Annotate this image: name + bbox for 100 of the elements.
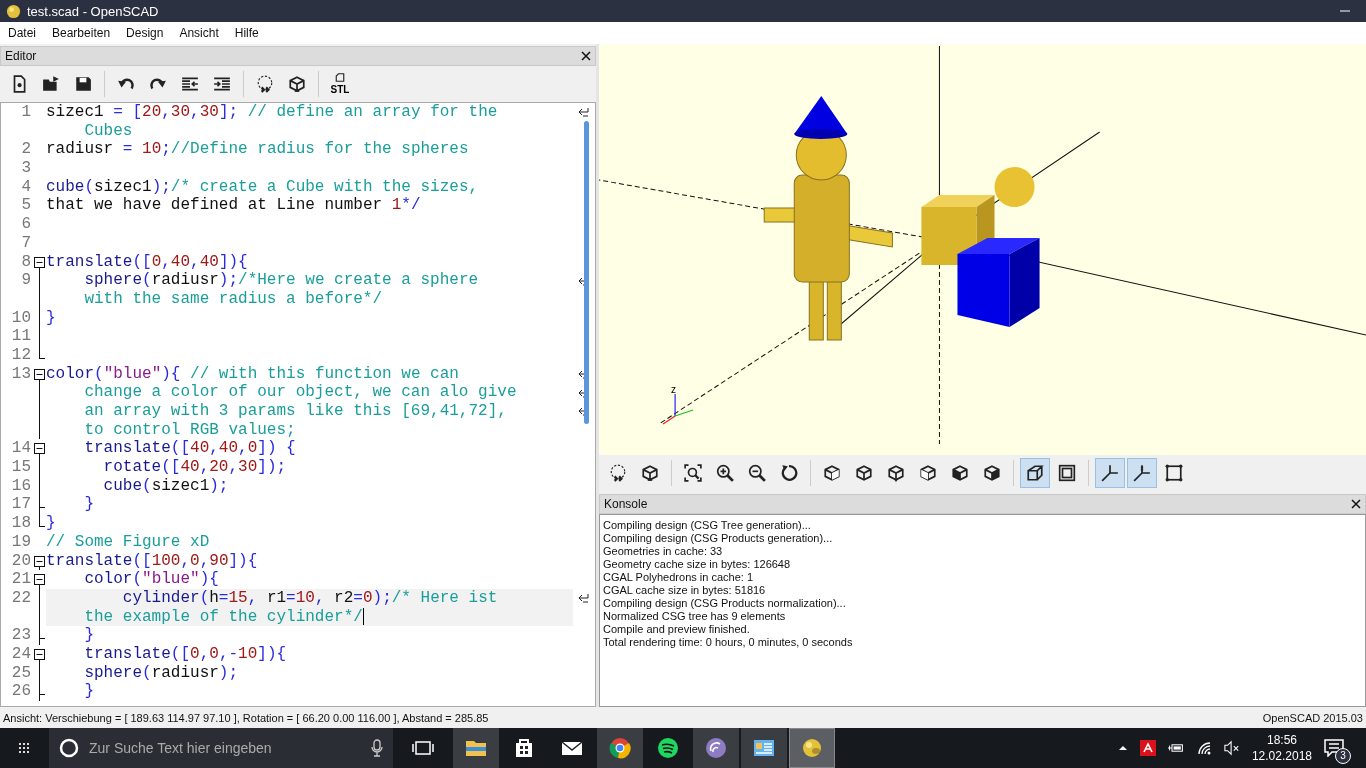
orthogonal-icon xyxy=(1058,464,1076,482)
code-line: // Some Figure xD xyxy=(46,532,210,552)
version-text: OpenSCAD 2015.03 xyxy=(1262,711,1363,724)
line-number: 4 xyxy=(20,177,32,197)
ball-app-button[interactable] xyxy=(789,728,835,768)
task-view-icon[interactable] xyxy=(412,740,434,756)
microphone-icon[interactable] xyxy=(371,739,383,757)
search-box[interactable]: Zur Suche Text hier eingeben xyxy=(49,728,393,768)
code-line: translate([0,0,-10]){ xyxy=(83,644,287,664)
view-bottom-icon xyxy=(887,464,905,482)
fold-toggle-icon[interactable] xyxy=(34,368,45,380)
code-line: } xyxy=(46,514,56,533)
line-number: 9 xyxy=(20,271,32,290)
page-button[interactable]: STL xyxy=(325,68,355,100)
axes-button[interactable] xyxy=(1095,458,1125,488)
fold-toggle-icon[interactable] xyxy=(34,443,45,455)
code-line: cylinder(h=15, r1=10, r2=0);/* Here ist xyxy=(121,588,498,608)
close-icon[interactable] xyxy=(581,51,591,61)
close-icon[interactable] xyxy=(1351,499,1361,509)
axes-icon xyxy=(1101,464,1119,482)
clock-time: 18:56 xyxy=(1266,732,1297,748)
menu-item[interactable]: Ansicht xyxy=(179,26,219,40)
line-number: 23 xyxy=(10,626,32,645)
wifi-icon[interactable] xyxy=(1195,740,1212,756)
folder-app-button[interactable] xyxy=(453,728,499,768)
volume-muted-icon[interactable] xyxy=(1223,740,1240,756)
zoom-all-icon xyxy=(684,464,702,482)
view-status-text: Ansicht: Verschiebung = [ 189.63 114.97 97.10 ], Rotation = [ 66.20 0.00 116.00 ], Abstand = 285.85 xyxy=(3,711,489,724)
view-front-icon xyxy=(951,464,969,482)
console-line: Compile and preview finished. xyxy=(603,623,751,636)
code-line: translate([100,0,90]){ xyxy=(46,551,258,571)
console-line: Compiling design (CSG Products normalization)... xyxy=(603,597,847,610)
start-grid-icon[interactable] xyxy=(19,743,29,753)
line-number: 26 xyxy=(10,682,32,701)
music-icon xyxy=(656,736,680,760)
line-number: 11 xyxy=(10,327,32,346)
code-line: color("blue"){ // with this function we can xyxy=(46,364,459,384)
line-number: 1 xyxy=(20,103,32,122)
console-line: Total rendering time: 0 hours, 0 minutes, 0 seconds xyxy=(603,636,854,649)
browser-app-button[interactable] xyxy=(597,728,643,768)
code-line: an array with 3 params like this [69,41,72], xyxy=(83,402,507,421)
search-field[interactable]: Zur Suche Text hier eingeben xyxy=(87,739,363,757)
line-number: 15 xyxy=(10,458,32,477)
download-client-app-button[interactable] xyxy=(693,728,739,768)
code-line: sphere(radiusr); xyxy=(83,663,239,683)
line-number: 13 xyxy=(10,364,32,384)
antivirus-icon[interactable] xyxy=(1139,740,1156,756)
clock[interactable]: 18:56 12.02.2018 xyxy=(1251,732,1312,764)
perspective-icon xyxy=(1026,464,1044,482)
console-line: CGAL Polyhedrons in cache: 1 xyxy=(603,571,754,584)
axis-indicator-drawing xyxy=(662,393,694,425)
cube-icon xyxy=(288,75,306,93)
zoom-in-icon xyxy=(716,464,734,482)
unindent-icon xyxy=(181,75,199,93)
perspective-button[interactable] xyxy=(1020,458,1050,488)
indent-icon xyxy=(213,75,231,93)
fold-toggle-icon[interactable] xyxy=(34,648,45,660)
code-line: that we have defined at Line number 1*/ xyxy=(46,196,421,216)
code-line: cube(sizec1);/* create a Cube with the sizes, xyxy=(46,177,479,197)
fold-toggle-icon[interactable] xyxy=(34,574,45,586)
menu-item[interactable]: Hilfe xyxy=(234,26,259,40)
page-icon xyxy=(333,73,347,85)
save-icon xyxy=(74,75,92,93)
fold-toggle-icon[interactable] xyxy=(34,555,45,567)
line-number: 20 xyxy=(10,551,32,571)
window-app-button[interactable] xyxy=(741,728,787,768)
app-logo-icon xyxy=(6,3,21,19)
notification-icon[interactable] xyxy=(1324,739,1344,757)
menu-item[interactable]: Design xyxy=(126,26,164,40)
code-line: sphere(radiusr);/*Here we create a sphere xyxy=(83,271,479,290)
notification-count-badge: 3 xyxy=(1335,748,1351,764)
view-left-icon xyxy=(919,464,937,482)
scale-markers-button[interactable] xyxy=(1127,458,1157,488)
code-editor[interactable] xyxy=(0,102,596,707)
console-line: CGAL cache size in bytes: 51816 xyxy=(603,584,767,597)
line-number: 5 xyxy=(20,196,32,216)
menu-item[interactable]: Bearbeiten xyxy=(52,26,111,40)
line-number: 3 xyxy=(20,159,32,178)
code-line: } xyxy=(83,495,94,515)
circle-icon xyxy=(59,738,79,758)
menu-item[interactable]: Datei xyxy=(8,26,36,40)
code-line: with the same radius a before*/ xyxy=(83,289,383,309)
scale-markers-icon xyxy=(1133,464,1151,482)
reset-view-icon xyxy=(780,464,798,482)
scrollbar-thumb[interactable] xyxy=(584,121,589,424)
folder-icon xyxy=(42,75,60,93)
3d-viewport[interactable]: z xyxy=(599,44,1366,455)
fold-toggle-icon[interactable] xyxy=(34,256,45,268)
line-number: 14 xyxy=(10,439,32,459)
line-number: 18 xyxy=(10,514,32,533)
sphere-drawing xyxy=(994,167,1035,207)
panel-title: Editor xyxy=(5,49,37,63)
preview-icon xyxy=(609,464,627,482)
clock-date: 12.02.2018 xyxy=(1251,748,1312,764)
line-number: 24 xyxy=(10,644,32,664)
code-line: translate([0,40,40]){ xyxy=(46,252,248,272)
code-line: cube(sizec1); xyxy=(102,476,229,496)
window-title: test.scad - OpenSCAD xyxy=(27,3,159,19)
line-number: 16 xyxy=(10,476,32,496)
code-line: rotate([40,20,30]); xyxy=(102,458,287,477)
